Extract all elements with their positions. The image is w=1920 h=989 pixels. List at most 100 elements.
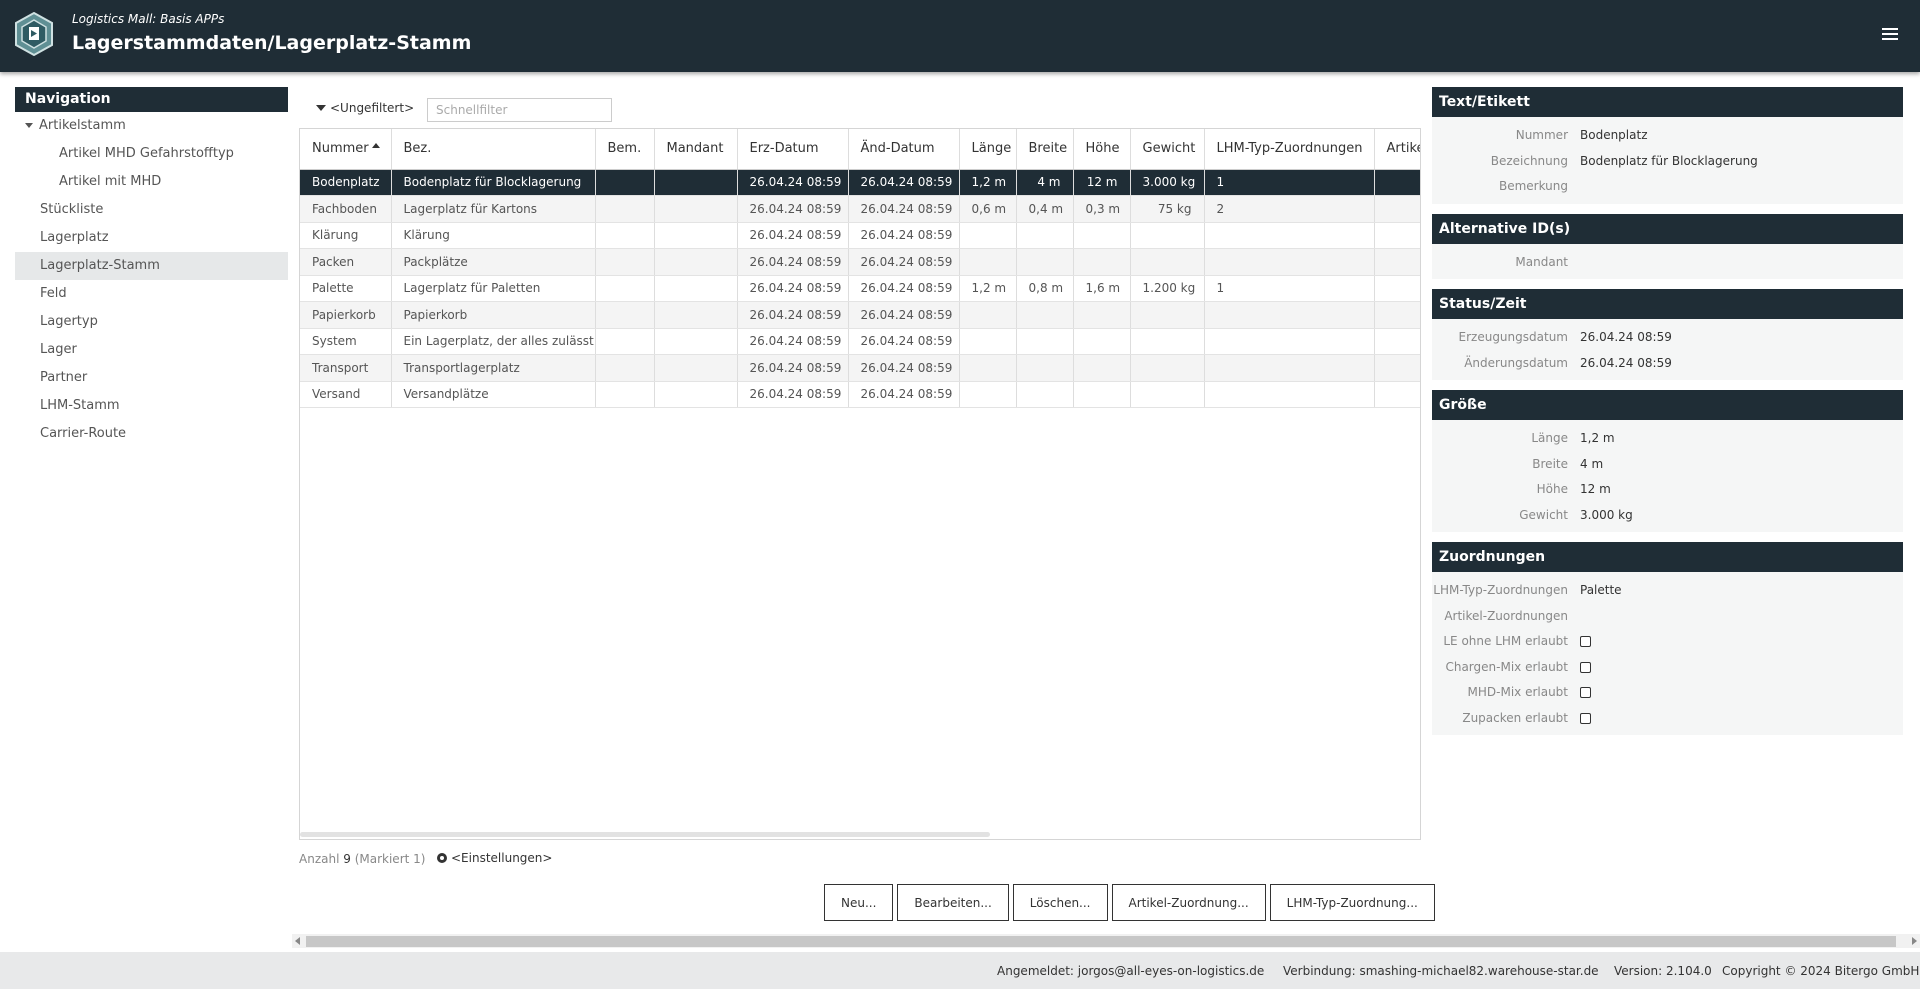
scroll-right-icon[interactable] (1912, 937, 1917, 945)
table-horizontal-scrollbar[interactable] (300, 832, 990, 837)
table-cell: Fachboden (300, 195, 392, 223)
article-assignment-button[interactable]: Artikel-Zuordnung... (1111, 884, 1266, 921)
table-cell: Transport (300, 354, 392, 382)
column-header-bez[interactable]: Bez. (391, 129, 596, 170)
detail-label: Erzeugungsdatum (1458, 330, 1568, 344)
detail-label: Breite (1532, 456, 1568, 471)
nav-item-artikelstamm[interactable]: Artikelstamm (15, 112, 288, 140)
table-cell (1073, 328, 1131, 355)
column-header-nummer[interactable]: Nummer (300, 129, 392, 170)
column-header-aend-datum[interactable]: Änd-Datum (848, 129, 960, 170)
page-horizontal-scrollbar[interactable] (292, 934, 1920, 948)
table-cell: 0,3 m (1073, 195, 1131, 223)
table-cell (595, 328, 655, 355)
table-cell (654, 195, 738, 223)
column-header-erz-datum[interactable]: Erz-Datum (737, 129, 849, 170)
table-cell (595, 169, 655, 196)
settings-label: <Einstellungen> (451, 851, 553, 865)
table-cell: 0,6 m (959, 195, 1017, 223)
table-cell: Versandplätze (391, 381, 596, 408)
table-row[interactable]: Palette Lagerplatz für Paletten 26.04.24 0… (300, 275, 1420, 302)
table-cell (1374, 169, 1420, 196)
table-row[interactable]: Versand Versandplätze 26.04.24 08:59 26.04.… (300, 381, 1420, 408)
table-cell (1016, 381, 1074, 408)
quick-filter-input[interactable] (427, 98, 612, 122)
table-cell: 4 m (1016, 169, 1074, 196)
nav-item-carrier-route[interactable]: Carrier-Route (15, 420, 288, 448)
nav-item-lagertyp[interactable]: Lagertyp (15, 308, 288, 336)
table-row[interactable]: Packen Packplätze 26.04.24 08:59 26.04.24 0… (300, 248, 1420, 276)
detail-label: Bezeichnung (1490, 153, 1568, 168)
new-button[interactable]: Neu... (824, 884, 894, 921)
zupacken-checkbox[interactable] (1580, 712, 1591, 724)
delete-button[interactable]: Löschen... (1012, 884, 1108, 921)
table-cell: 75 kg (1130, 195, 1205, 223)
nav-item-lhm-stamm[interactable]: LHM-Stamm (15, 392, 288, 420)
table-cell (654, 248, 738, 276)
detail-row-chargen-mix: Chargen-Mix erlaubt (1432, 655, 1903, 681)
le-ohne-lhm-checkbox[interactable] (1580, 636, 1591, 647)
column-header-artikel-zuordnungen[interactable]: Artikel-Zuordnungen (1374, 129, 1420, 170)
nav-item-stueckliste[interactable]: Stückliste (15, 196, 288, 224)
table-cell (1204, 222, 1375, 249)
nav-item-lagerplatz[interactable]: Lagerplatz (15, 224, 288, 252)
table-cell (1374, 354, 1420, 382)
settings-link[interactable]: <Einstellungen> (437, 851, 552, 865)
nav-item-partner[interactable]: Partner (15, 364, 288, 392)
column-header-bem[interactable]: Bem. (595, 129, 655, 170)
nav-item-feld[interactable]: Feld (15, 280, 288, 308)
scroll-left-icon[interactable] (295, 937, 300, 945)
nav-item-lagerplatz-stamm[interactable]: Lagerplatz-Stamm (15, 252, 288, 280)
detail-panel: Text/Etikett Nummer Bodenplatz Bezeichnun… (1432, 87, 1903, 745)
table-cell (595, 248, 655, 276)
column-header-gewicht[interactable]: Gewicht (1130, 129, 1205, 170)
table-row[interactable]: Fachboden Lagerplatz für Kartons 26.04.24 … (300, 195, 1420, 223)
table-cell (1204, 248, 1375, 276)
hamburger-menu-icon[interactable] (1882, 28, 1898, 42)
filter-toggle[interactable]: <Ungefiltert> (316, 101, 414, 115)
mhd-mix-checkbox[interactable] (1580, 687, 1591, 698)
detail-label: Höhe (1536, 482, 1568, 496)
table-row[interactable]: Papierkorb Papierkorb 26.04.24 08:59 26.04.… (300, 301, 1420, 329)
column-header-mandant[interactable]: Mandant (654, 129, 738, 170)
table-cell (1016, 301, 1074, 329)
table-row[interactable]: Klärung Klärung 26.04.24 08:59 26.04.24 08:… (300, 222, 1420, 249)
table-cell (1130, 354, 1205, 382)
table-row[interactable]: Transport Transportlagerplatz 26.04.24 08:… (300, 354, 1420, 382)
gear-icon (437, 853, 447, 863)
app-logo-icon (15, 12, 53, 56)
table-cell (1016, 354, 1074, 382)
table-cell (1374, 275, 1420, 302)
table-cell: 1,2 m (959, 169, 1017, 196)
filter-toggle-label: <Ungefiltert> (330, 101, 415, 115)
table-cell: 26.04.24 08:59 (737, 195, 849, 223)
nav-item-artikel-mhd-gefahrstofftyp[interactable]: Artikel MHD Gefahrstofftyp (15, 140, 288, 168)
scrollbar-thumb[interactable] (306, 936, 1896, 947)
app-subtitle: Logistics Mall: Basis APPs (72, 12, 225, 26)
detail-value: 12 m (1580, 482, 1611, 496)
column-header-breite[interactable]: Breite (1016, 129, 1074, 170)
table-cell (1374, 328, 1420, 355)
column-header-laenge[interactable]: Länge (959, 129, 1017, 170)
nav-item-artikel-mit-mhd[interactable]: Artikel mit MHD (15, 168, 288, 196)
table-cell: 26.04.24 08:59 (848, 381, 960, 408)
detail-value: Bodenplatz (1580, 128, 1648, 142)
table-cell: 26.04.24 08:59 (848, 169, 960, 196)
table-row[interactable]: System Ein Lagerplatz, der alles zulässt 2… (300, 328, 1420, 355)
column-header-hoehe[interactable]: Höhe (1073, 129, 1131, 170)
edit-button[interactable]: Bearbeiten... (897, 884, 1009, 921)
detail-row-gewicht: Gewicht 3.000 kg (1432, 503, 1903, 529)
table-cell (654, 275, 738, 302)
nav-item-lager[interactable]: Lager (15, 336, 288, 364)
column-header-lhm-typ-zuordnungen[interactable]: LHM-Typ-Zuordnungen (1204, 129, 1375, 170)
table-cell: 26.04.24 08:59 (848, 222, 960, 249)
table-cell: 1,6 m (1073, 275, 1131, 302)
app-header: Logistics Mall: Basis APPs Lagerstammdat… (0, 0, 1920, 72)
detail-value: 26.04.24 08:59 (1580, 355, 1672, 370)
caret-down-icon[interactable] (25, 123, 33, 128)
chargen-mix-checkbox[interactable] (1580, 661, 1591, 673)
section-title: Alternative ID(s) (1432, 213, 1903, 244)
table-cell (1130, 328, 1205, 355)
table-row[interactable]: Bodenplatz Bodenplatz für Blocklagerung 26… (300, 169, 1420, 196)
lhm-type-assignment-button[interactable]: LHM-Typ-Zuordnung... (1269, 884, 1435, 921)
